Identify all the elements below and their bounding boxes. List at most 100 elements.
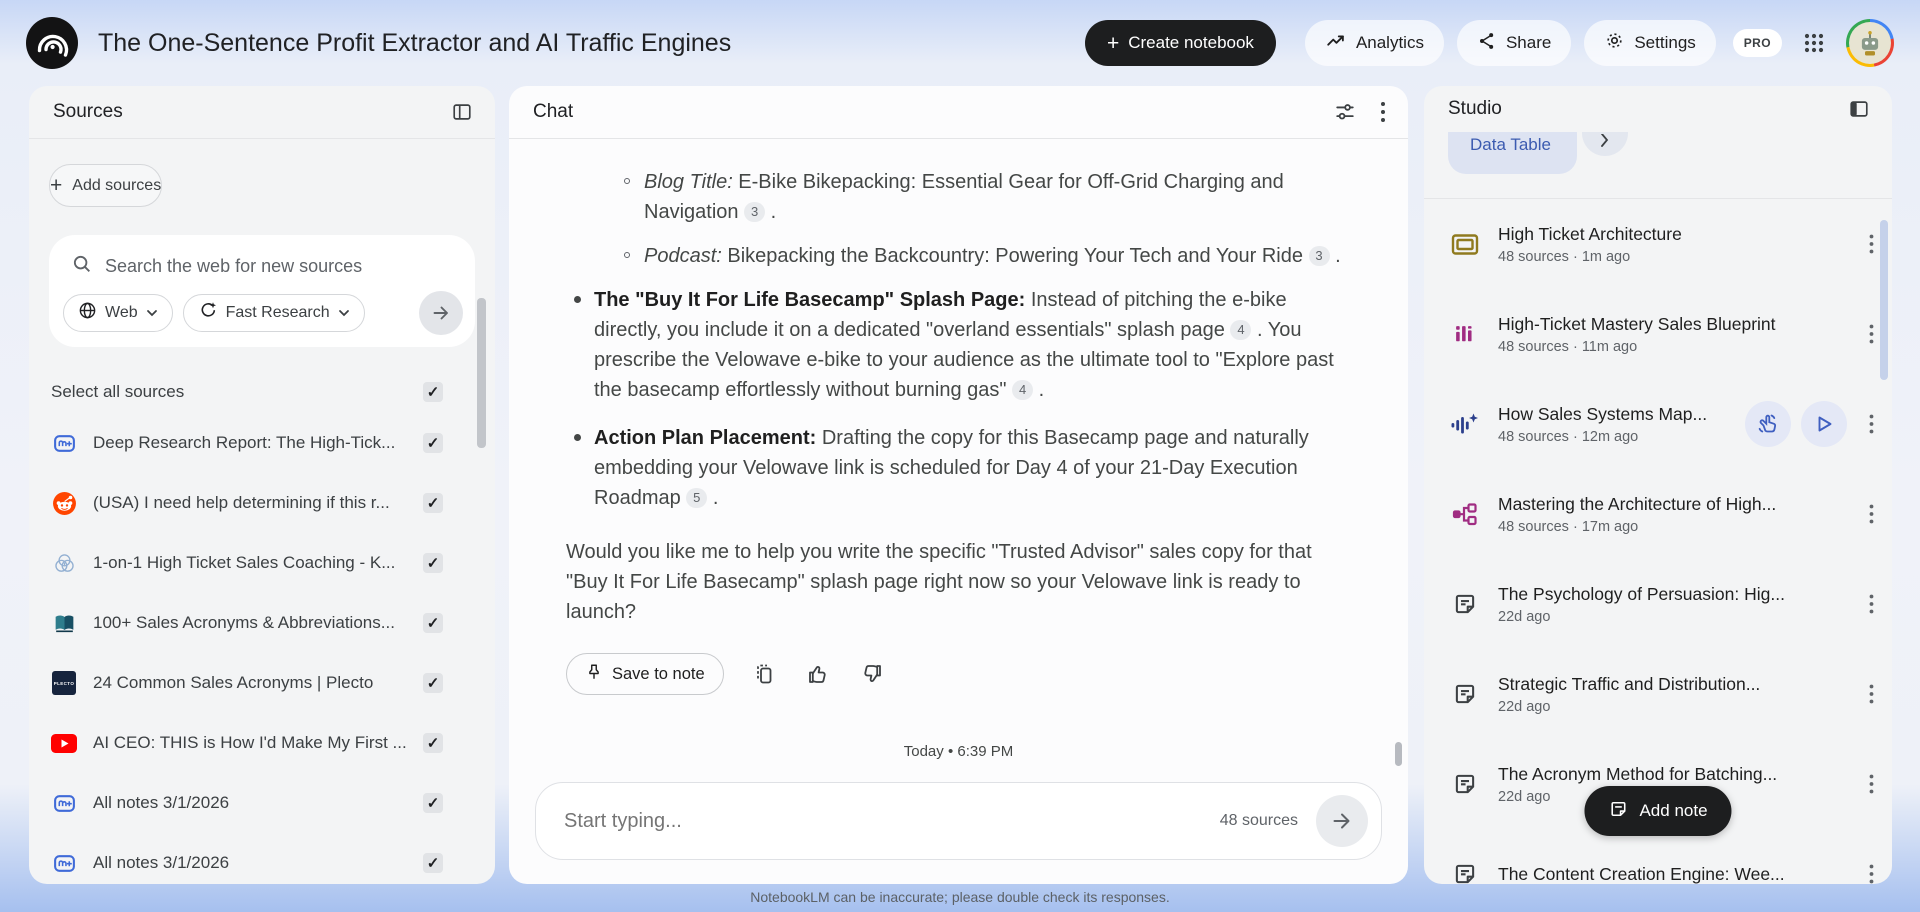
- copy-icon[interactable]: [750, 660, 778, 688]
- plecto-icon: PLECTO: [51, 671, 77, 695]
- source-checkbox[interactable]: ✓: [423, 733, 443, 753]
- citation-chip[interactable]: 4: [1012, 380, 1034, 400]
- chat-settings-tune-icon[interactable]: [1332, 99, 1358, 125]
- thumbs-down-icon[interactable]: [858, 660, 886, 688]
- studio-item-meta: 22d ago: [1498, 698, 1551, 715]
- studio-item-kebab-icon[interactable]: [1867, 322, 1876, 346]
- bullet-lead: Podcast:: [644, 245, 722, 267]
- studio-scrollbar[interactable]: [1880, 220, 1888, 380]
- studio-item[interactable]: How Sales Systems Map... 48 sources · 12…: [1424, 379, 1892, 469]
- venn-icon: [51, 551, 77, 576]
- play-audio-button[interactable]: [1801, 401, 1847, 447]
- source-checkbox[interactable]: ✓: [423, 613, 443, 633]
- source-item[interactable]: 1-on-1 High Ticket Sales Coaching - K...…: [29, 533, 495, 593]
- chat-more-kebab-icon[interactable]: [1378, 99, 1388, 125]
- studio-item[interactable]: High-Ticket Mastery Sales Blueprint 48 s…: [1424, 289, 1892, 379]
- source-checkbox[interactable]: ✓: [423, 493, 443, 513]
- search-row[interactable]: Search the web for new sources: [63, 245, 463, 280]
- sources-header: Sources: [29, 86, 495, 139]
- bullet-marker: [624, 252, 630, 258]
- note-icon: [1450, 681, 1480, 707]
- apps-grid-icon[interactable]: [1803, 32, 1825, 54]
- interactive-mode-button[interactable]: [1745, 401, 1791, 447]
- studio-item-text[interactable]: How Sales Systems Map... 48 sources · 12…: [1498, 404, 1727, 445]
- chat-bullet-item: Action Plan Placement: Drafting the copy…: [566, 423, 1346, 513]
- share-icon: [1477, 31, 1497, 56]
- notebook-title[interactable]: The One-Sentence Profit Extractor and AI…: [98, 29, 731, 58]
- select-all-checkbox[interactable]: ✓: [423, 382, 443, 402]
- studio-item-kebab-icon[interactable]: [1867, 232, 1876, 256]
- studio-item-text[interactable]: The Content Creation Engine: Wee...: [1498, 864, 1849, 885]
- studio-item[interactable]: The Content Creation Engine: Wee...: [1424, 829, 1892, 884]
- avatar[interactable]: [1846, 19, 1894, 67]
- note-doc-icon: [51, 431, 77, 456]
- source-item[interactable]: All notes 3/1/2026 ✓: [29, 773, 495, 833]
- source-checkbox[interactable]: ✓: [423, 793, 443, 813]
- source-checkbox[interactable]: ✓: [423, 853, 443, 873]
- analytics-button[interactable]: Analytics: [1304, 20, 1444, 66]
- studio-item-text[interactable]: The Psychology of Persuasion: Hig... 22d…: [1498, 584, 1849, 625]
- source-item[interactable]: All notes 3/1/2026 ✓: [29, 833, 495, 884]
- source-checkbox[interactable]: ✓: [423, 433, 443, 453]
- source-item[interactable]: AI CEO: THIS is How I'd Make My First ..…: [29, 713, 495, 773]
- source-item[interactable]: 100+ Sales Acronyms & Abbreviations... ✓: [29, 593, 495, 653]
- notebooklm-logo-icon[interactable]: [26, 17, 78, 69]
- studio-item-meta: 48 sources · 17m ago: [1498, 518, 1639, 535]
- chip-carousel-next-button[interactable]: [1582, 132, 1628, 156]
- studio-item[interactable]: Strategic Traffic and Distribution... 22…: [1424, 649, 1892, 739]
- research-mode-dropdown[interactable]: Fast Research: [182, 294, 365, 332]
- chat-scrollbar[interactable]: [1395, 742, 1402, 766]
- studio-item-text[interactable]: Strategic Traffic and Distribution... 22…: [1498, 674, 1849, 715]
- thumbs-up-icon[interactable]: [804, 660, 832, 688]
- source-item[interactable]: (USA) I need help determining if this r.…: [29, 473, 495, 533]
- sources-scrollbar[interactable]: [477, 298, 486, 448]
- studio-item[interactable]: High Ticket Architecture 48 sources · 1m…: [1424, 199, 1892, 289]
- add-sources-button[interactable]: + Add sources: [49, 164, 163, 207]
- data-table-chip[interactable]: Data Table: [1448, 132, 1577, 174]
- add-note-button[interactable]: Add note: [1584, 786, 1732, 836]
- citation-chip[interactable]: 3: [744, 202, 766, 222]
- chat-bullet-item: The "Buy It For Life Basecamp" Splash Pa…: [566, 285, 1346, 405]
- citation-chip[interactable]: 5: [686, 488, 708, 508]
- studio-item-text[interactable]: High-Ticket Mastery Sales Blueprint 48 s…: [1498, 314, 1849, 355]
- save-to-note-button[interactable]: Save to note: [566, 653, 724, 695]
- studio-item-kebab-icon[interactable]: [1867, 592, 1876, 616]
- source-checkbox[interactable]: ✓: [423, 553, 443, 573]
- chat-text-input[interactable]: [564, 809, 1220, 833]
- studio-item-text[interactable]: Mastering the Architecture of High... 48…: [1498, 494, 1849, 535]
- search-submit-button[interactable]: [419, 291, 463, 335]
- studio-item-text[interactable]: High Ticket Architecture 48 sources · 1m…: [1498, 224, 1849, 265]
- studio-item[interactable]: Mastering the Architecture of High... 48…: [1424, 469, 1892, 559]
- source-item[interactable]: PLECTO 24 Common Sales Acronyms | Plecto…: [29, 653, 495, 713]
- studio-item-meta: 48 sources · 1m ago: [1498, 248, 1631, 265]
- expand-studio-panel-icon[interactable]: [1846, 96, 1872, 122]
- studio-item-kebab-icon[interactable]: [1867, 862, 1876, 884]
- studio-item-kebab-icon[interactable]: [1867, 682, 1876, 706]
- studio-item-kebab-icon[interactable]: [1867, 412, 1876, 436]
- studio-item[interactable]: The Psychology of Persuasion: Hig... 22d…: [1424, 559, 1892, 649]
- web-source-dropdown[interactable]: Web: [63, 294, 173, 332]
- create-notebook-button[interactable]: + Create notebook: [1084, 20, 1276, 66]
- citation-chip[interactable]: 4: [1230, 320, 1252, 340]
- chat-input-box[interactable]: 48 sources: [535, 782, 1382, 860]
- studio-item-kebab-icon[interactable]: [1867, 502, 1876, 526]
- collapse-sources-panel-icon[interactable]: [449, 99, 475, 125]
- studio-item-kebab-icon[interactable]: [1867, 772, 1876, 796]
- bullet-marker: [574, 434, 581, 441]
- source-item[interactable]: Deep Research Report: The High-Tick... ✓: [29, 413, 495, 473]
- send-message-button[interactable]: [1316, 795, 1368, 847]
- chat-panel: Chat Blog Title: E-Bike Bikepacking: Ess…: [509, 86, 1408, 884]
- citation-chip[interactable]: 3: [1308, 246, 1330, 266]
- chat-message-area[interactable]: Blog Title: E-Bike Bikepacking: Essentia…: [509, 139, 1408, 743]
- source-label: All notes 3/1/2026: [93, 793, 230, 812]
- settings-button[interactable]: Settings: [1584, 20, 1716, 66]
- note-icon: [1450, 861, 1480, 884]
- studio-item-meta: 48 sources · 12m ago: [1498, 428, 1639, 445]
- source-checkbox[interactable]: ✓: [423, 673, 443, 693]
- share-button[interactable]: Share: [1456, 20, 1572, 66]
- search-input[interactable]: Search the web for new sources: [105, 256, 362, 277]
- chat-header: Chat: [509, 86, 1408, 139]
- bars-icon: [1450, 322, 1480, 347]
- note-icon: [1608, 799, 1628, 824]
- chat-closing-paragraph: Would you like me to help you write the …: [566, 541, 1312, 623]
